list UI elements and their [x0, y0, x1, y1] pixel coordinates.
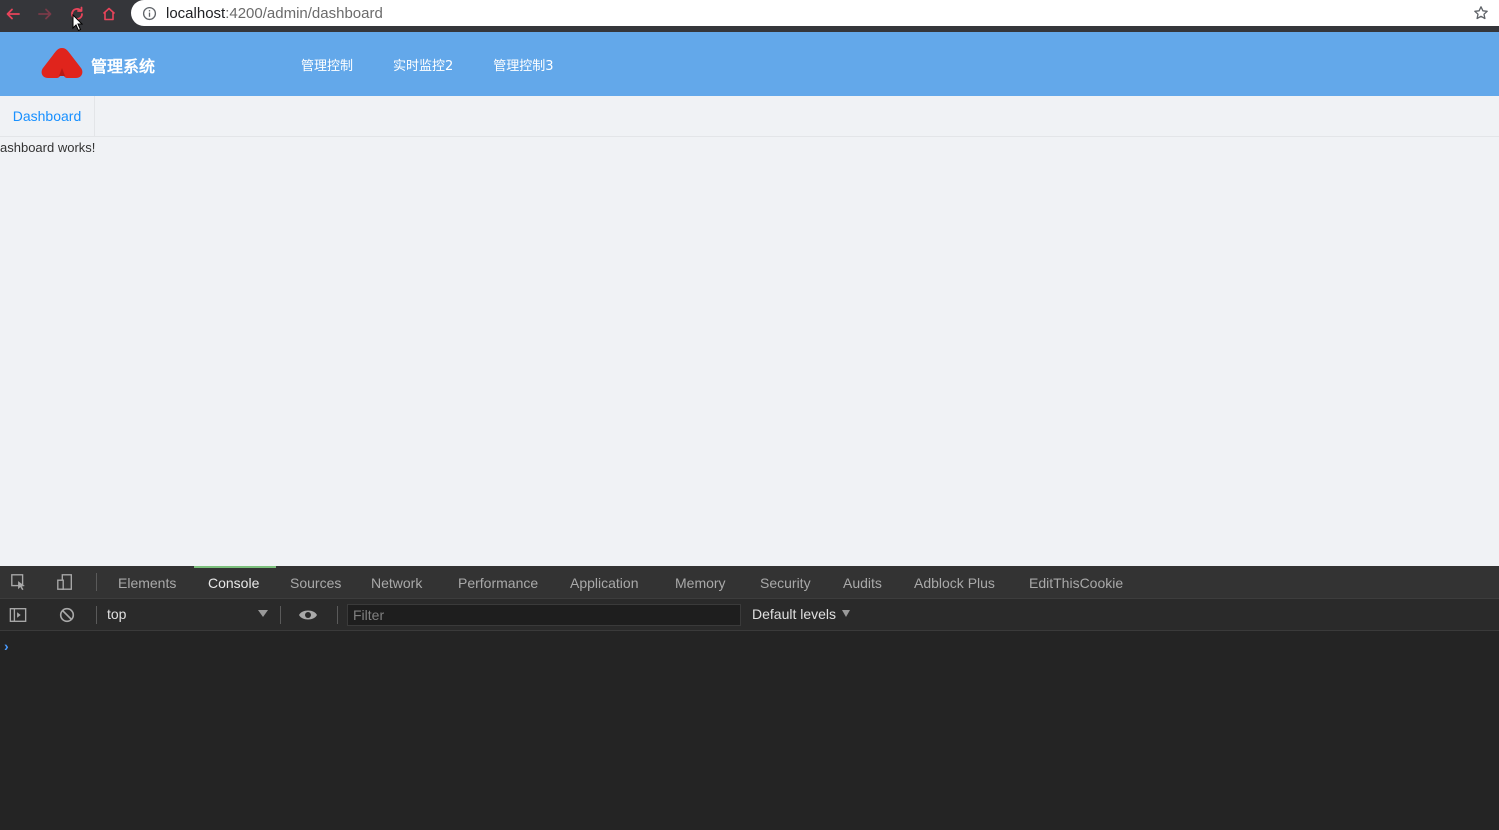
context-value: top — [107, 606, 127, 622]
show-sidebar-icon[interactable] — [8, 605, 28, 625]
url-path: :4200/admin/dashboard — [225, 4, 383, 22]
dropdown-arrow-icon — [258, 610, 268, 617]
url-host: localhost — [166, 4, 226, 22]
clear-console-icon[interactable] — [57, 605, 77, 625]
dropdown-arrow-icon — [842, 610, 851, 617]
back-button[interactable] — [2, 3, 24, 25]
address-url[interactable]: localhost:4200/admin/dashboard — [166, 5, 383, 22]
devtools-tab-sources[interactable]: Sources — [290, 566, 341, 599]
toolbar-separator — [337, 606, 338, 624]
page-tabs: Dashboard — [0, 96, 1499, 137]
app-header: 管理系统 管理控制 实时监控2 管理控制3 — [0, 32, 1499, 96]
eye-icon[interactable] — [298, 605, 318, 625]
toolbar-separator — [280, 606, 281, 624]
devtools-panel: Elements Console Sources Network Perform… — [0, 566, 1499, 830]
arrow-left-icon — [6, 8, 20, 20]
devtools-tab-elements[interactable]: Elements — [118, 566, 176, 599]
inspect-element-icon[interactable] — [9, 572, 29, 592]
context-select[interactable]: top — [107, 606, 272, 624]
devtools-tab-security[interactable]: Security — [760, 566, 811, 599]
forward-button[interactable] — [34, 3, 56, 25]
mouse-cursor-icon — [72, 14, 84, 32]
devtools-tab-console[interactable]: Console — [208, 566, 259, 599]
logo-icon — [41, 48, 83, 78]
nav-item-management-3[interactable]: 管理控制3 — [493, 55, 553, 74]
brand-title: 管理系统 — [91, 57, 156, 76]
info-icon[interactable] — [141, 5, 157, 21]
device-toolbar-icon[interactable] — [55, 572, 75, 592]
browser-toolbar: localhost:4200/admin/dashboard — [0, 0, 1499, 27]
toolbar-separator — [96, 573, 97, 591]
log-levels-dropdown[interactable]: Default levels — [752, 606, 851, 622]
address-bar[interactable]: localhost:4200/admin/dashboard — [131, 0, 1499, 26]
devtools-tab-application[interactable]: Application — [570, 566, 639, 599]
devtools-tab-adblock-plus[interactable]: Adblock Plus — [914, 566, 995, 599]
home-button[interactable] — [98, 3, 120, 25]
top-nav: 管理控制 实时监控2 管理控制3 — [301, 32, 594, 96]
devtools-tab-network[interactable]: Network — [371, 566, 422, 599]
devtools-tab-editthiscookie[interactable]: EditThisCookie — [1029, 566, 1123, 599]
devtools-tab-memory[interactable]: Memory — [675, 566, 726, 599]
devtools-tabbar: Elements Console Sources Network Perform… — [0, 566, 1499, 599]
nav-item-management[interactable]: 管理控制 — [301, 55, 353, 74]
devtools-tab-audits[interactable]: Audits — [843, 566, 882, 599]
devtools-tab-performance[interactable]: Performance — [458, 566, 538, 599]
log-levels-label: Default levels — [752, 606, 837, 622]
console-prompt[interactable]: › — [4, 638, 9, 654]
star-icon[interactable] — [1473, 5, 1489, 21]
arrow-right-icon — [38, 8, 52, 20]
tab-label: Dashboard — [12, 108, 82, 124]
console-toolbar: top Default levels — [0, 599, 1499, 631]
nav-item-monitoring[interactable]: 实时监控2 — [393, 55, 453, 74]
tab-dashboard[interactable]: Dashboard — [0, 96, 95, 136]
console-filter-input[interactable] — [347, 604, 741, 626]
page-content-text: ashboard works! — [0, 140, 96, 155]
home-icon — [102, 7, 116, 21]
toolbar-separator — [96, 606, 97, 624]
